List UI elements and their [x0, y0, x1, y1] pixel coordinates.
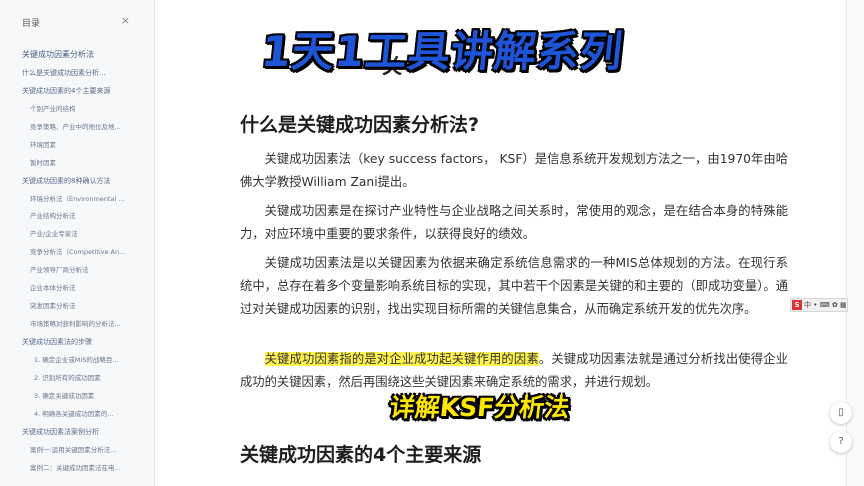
- overlay-series-title: 1天1工具讲解系列: [259, 27, 626, 76]
- paragraph-2: 关键成功因素是在探讨产业特性与企业战略之间关系时，常使用的观念，是在结合本身的特…: [240, 204, 788, 241]
- toc-item[interactable]: 环境分析法（Environmental ...: [0, 190, 154, 208]
- help-icon[interactable]: ?: [830, 431, 852, 453]
- toc-item[interactable]: 产业结构分析法: [0, 207, 154, 225]
- highlighted-sentence: 关键成功因素指的是对企业成功起关键作用的因素: [264, 352, 539, 366]
- toc-item[interactable]: 产业领导厂商分析法: [0, 261, 154, 279]
- toc-item[interactable]: 市场策略对获利影响的分析法...: [0, 315, 154, 333]
- toc-item[interactable]: 企业本体分析法: [0, 279, 154, 297]
- toc-item[interactable]: 案例二：关键成功因素法在电...: [0, 459, 154, 477]
- overlay-sticker-ksf: 详解KSF分析法: [388, 393, 571, 422]
- toc-item[interactable]: 关键成功因素分析法: [0, 46, 154, 64]
- toc-item[interactable]: 个别产业的结构: [0, 100, 154, 118]
- toc-item[interactable]: 关键成功因素的8种确认方法: [0, 172, 154, 190]
- paragraph-1: 关键成功因素法（key success factors， KSF）是信息系统开发…: [240, 152, 788, 189]
- toc-list: 关键成功因素分析法 什么是关键成功因素分析... 关键成功因素的4个主要来源 个别产业…: [0, 46, 154, 477]
- toc-item[interactable]: 竞争分析法（Competitive An...: [0, 243, 154, 261]
- toc-item[interactable]: 环境因素: [0, 136, 154, 154]
- toc-item[interactable]: 案例一:运用关键因素分析法...: [0, 441, 154, 459]
- toc-item[interactable]: 暂时因素: [0, 154, 154, 172]
- toc-item[interactable]: 关键成功因素法的步骤: [0, 333, 154, 351]
- toc-item[interactable]: 4. 明确各关键成功因素的...: [0, 405, 154, 423]
- toc-item[interactable]: 3. 确定关键成功因素: [0, 387, 154, 405]
- paragraph-3: 关键成功因素法是以关键因素为依据来确定系统信息需求的一种MIS总体规划的方法。在…: [240, 256, 788, 316]
- toc-item[interactable]: 竞争策略、产业中的地位及地...: [0, 118, 154, 136]
- ime-toolbar[interactable]: S中 • ⌨ ✿ ▦ ♟ ⚙: [790, 298, 848, 312]
- toc-item[interactable]: 什么是关键成功因素分析...: [0, 64, 154, 82]
- phone-icon[interactable]: ▯: [830, 402, 852, 424]
- ime-logo-icon: S: [792, 300, 802, 310]
- toc-sidebar: 目录 × 关键成功因素分析法 什么是关键成功因素分析... 关键成功因素的4个主要来…: [0, 0, 155, 486]
- close-icon[interactable]: ×: [121, 14, 130, 27]
- toc-item[interactable]: 1. 确定企业或MIS的战略目...: [0, 351, 154, 369]
- toc-item[interactable]: 2. 识别所有的成功因素: [0, 369, 154, 387]
- heading-what-is-ksf: 什么是关键成功因素分析法?: [240, 114, 480, 136]
- ime-toolbar-items: 中 • ⌨ ✿ ▦ ♟ ⚙: [804, 301, 847, 309]
- toc-header: 目录 ×: [22, 14, 130, 30]
- toc-title: 目录: [22, 19, 41, 29]
- toc-item[interactable]: 关键成功因素法案例分析: [0, 423, 154, 441]
- toc-item[interactable]: 突发因素分析法: [0, 297, 154, 315]
- toc-item[interactable]: 产业/企业专家法: [0, 225, 154, 243]
- heading-four-sources: 关键成功因素的4个主要来源: [240, 444, 482, 466]
- toc-item[interactable]: 关键成功因素的4个主要来源: [0, 82, 154, 100]
